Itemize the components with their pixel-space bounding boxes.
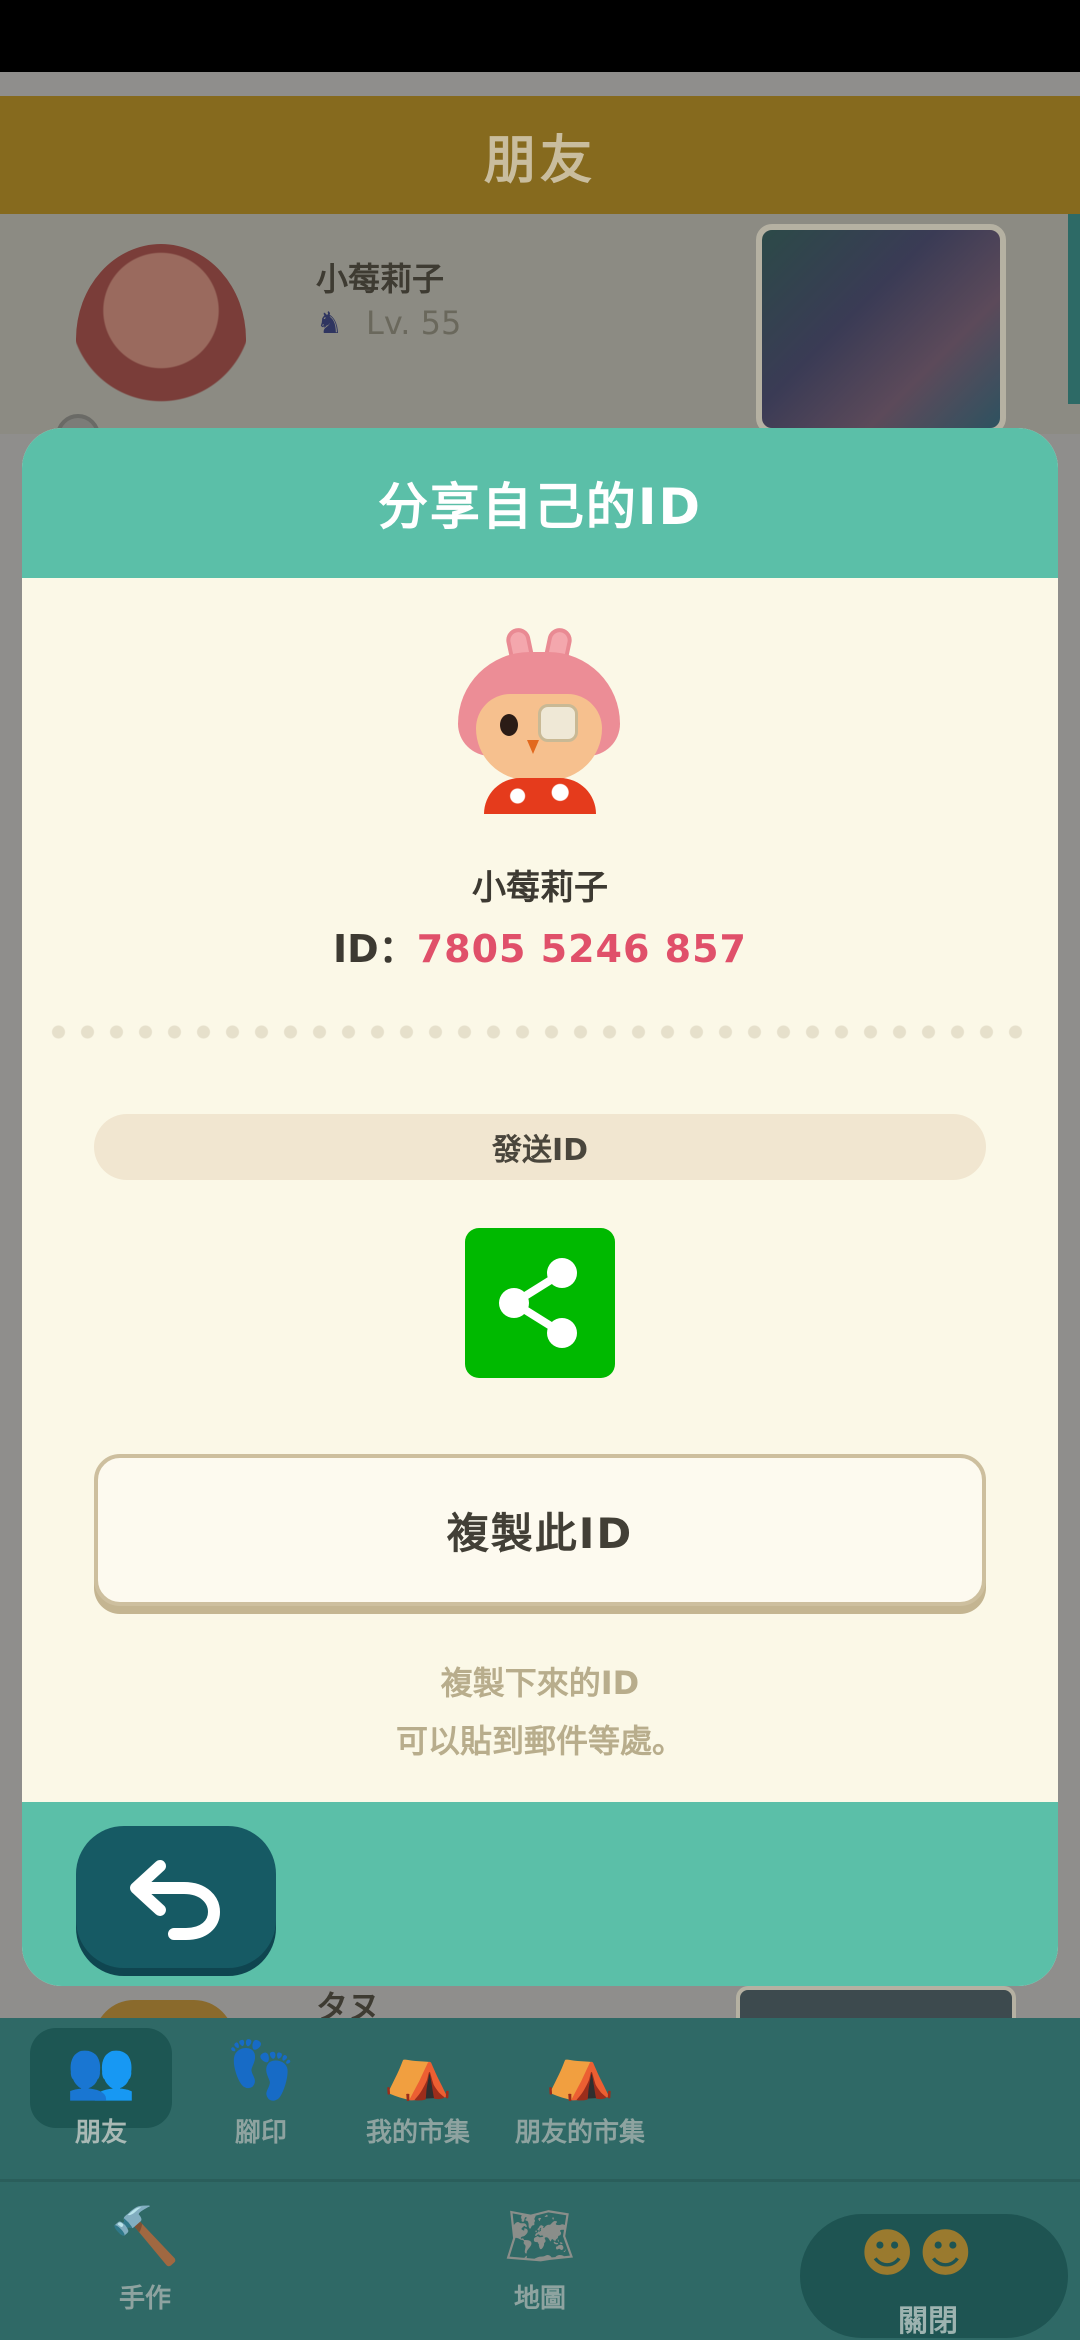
status-bar: [0, 0, 1080, 72]
bottom-nav-row-2: 🔨 手作 🗺 地圖 ☻☻ 關閉: [0, 2184, 1080, 2340]
player-id-prefix: ID：: [333, 927, 417, 971]
nav-tab-label: 我的市集: [365, 2118, 470, 2148]
friends-market-icon: ⛺: [545, 2038, 615, 2103]
avatar-shirt: [484, 778, 596, 814]
friends-icon: 👥: [66, 2038, 136, 2103]
dotted-divider: [44, 1024, 1036, 1040]
copy-hint-line-2: 可以貼到郵件等處。: [395, 1722, 684, 1760]
back-arrow-icon: [130, 1860, 221, 1940]
friend-level: Lv. 55: [366, 304, 462, 342]
close-button-label: 關閉: [898, 2304, 958, 2339]
avatar-eye: [500, 714, 518, 736]
scrollbar[interactable]: [1068, 214, 1080, 404]
share-button[interactable]: [465, 1228, 615, 1378]
avatar-eyepatch: [538, 704, 578, 742]
send-id-label: 發送ID: [491, 1133, 589, 1168]
nav-tab-label: 地圖: [513, 2284, 566, 2314]
player-id: ID：7805 5246 857: [22, 918, 1058, 973]
player-id-value: 7805 5246 857: [416, 927, 747, 971]
copy-hint-text: 複製下來的ID 可以貼到郵件等處。: [22, 1654, 1058, 1770]
nav-tab-footprints[interactable]: 👣 腳印: [196, 2036, 326, 2149]
copy-id-button[interactable]: 複製此ID: [94, 1454, 986, 1606]
dialog-footer: [22, 1802, 1058, 1986]
nav-tab-map[interactable]: 🗺 地圖: [440, 2202, 640, 2315]
player-avatar: [454, 625, 624, 814]
map-icon: 🗺: [504, 2204, 576, 2269]
my-market-icon: ⛺: [383, 2038, 453, 2103]
screen: 朋友 小莓莉子 ♞ Lv. 55 タヌ 👥 朋友 👣 腳印 ⛺ 我的市集 ⛺ 朋…: [0, 0, 1080, 2340]
nav-tab-label: 手作: [118, 2284, 171, 2314]
nav-tab-crafting[interactable]: 🔨 手作: [90, 2202, 200, 2315]
share-id-dialog: 分享自己的ID 小莓莉子 ID：7805 5246 857 發送ID 複製此ID…: [22, 428, 1058, 1986]
send-id-section-label: 發送ID: [94, 1114, 986, 1180]
avatar-nose: [527, 740, 539, 754]
friend-campsite-thumbnail: [736, 1986, 1016, 2018]
back-button[interactable]: [76, 1826, 276, 1968]
crafting-icon: 🔨: [110, 2204, 180, 2269]
friend-name: 小莓莉子: [316, 260, 445, 298]
friend-avatar: [76, 244, 246, 434]
nav-tab-label: 朋友的市集: [514, 2118, 645, 2148]
dialog-title: 分享自己的ID: [377, 478, 703, 536]
copy-id-button-label: 複製此ID: [446, 1508, 634, 1558]
nav-tab-my-market[interactable]: ⛺ 我的市集: [348, 2036, 488, 2149]
friend-campsite-thumbnail: [756, 224, 1006, 434]
bottom-nav-row-1: 👥 朋友 👣 腳印 ⛺ 我的市集 ⛺ 朋友的市集: [0, 2018, 1080, 2182]
background-header-title: 朋友: [483, 130, 596, 191]
bottom-nav: 👥 朋友 👣 腳印 ⛺ 我的市集 ⛺ 朋友的市集 🔨 手作 🗺 地圖 ☻☻ 關閉: [0, 2018, 1080, 2340]
nav-tab-label: 朋友: [74, 2118, 127, 2148]
cat-heart-icon: ♞: [316, 306, 343, 341]
background-header: 朋友: [0, 96, 1080, 214]
share-icon: [499, 1258, 577, 1348]
dialog-body: 小莓莉子 ID：7805 5246 857 發送ID 複製此ID 複製下來的ID…: [22, 578, 1058, 1802]
player-name: 小莓莉子: [472, 868, 608, 908]
villagers-icon: ☻☻: [860, 2224, 977, 2284]
footprints-icon: 👣: [226, 2038, 296, 2103]
nav-tab-friends[interactable]: 👥 朋友: [30, 2036, 172, 2149]
background-friend-row[interactable]: 小莓莉子 ♞ Lv. 55: [0, 214, 1080, 458]
dialog-header: 分享自己的ID: [22, 428, 1058, 578]
copy-hint-line-1: 複製下來的ID: [440, 1664, 640, 1702]
nav-tab-label: 腳印: [234, 2118, 287, 2148]
nav-tab-friends-market[interactable]: ⛺ 朋友的市集: [500, 2036, 660, 2149]
